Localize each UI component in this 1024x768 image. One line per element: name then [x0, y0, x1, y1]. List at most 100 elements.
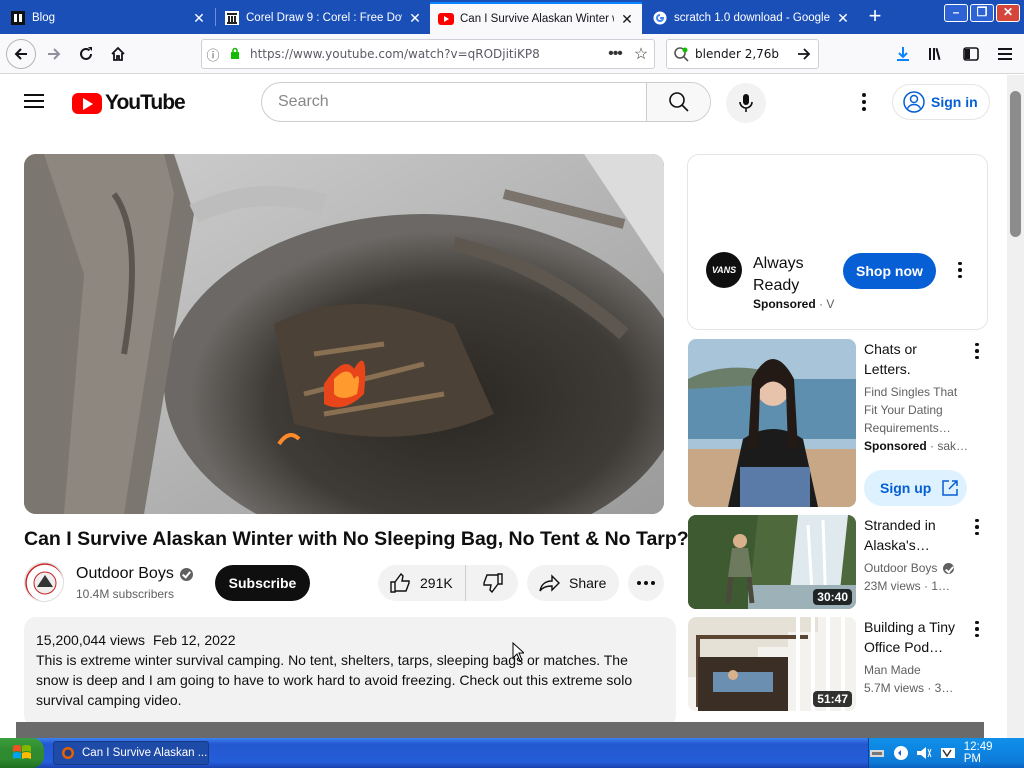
tab-close-icon[interactable]: ✕ — [620, 12, 634, 26]
home-button[interactable] — [104, 40, 132, 68]
description-meta: 15,200,044 views Feb 12, 2022 — [36, 630, 664, 650]
tab-corel[interactable]: Corel Draw 9 : Corel : Free Download ✕ — [216, 2, 430, 34]
video-player[interactable] — [24, 154, 664, 514]
youtube-logo[interactable]: YouTube — [72, 91, 186, 115]
library-icon[interactable] — [924, 40, 950, 68]
mouse-cursor-icon — [512, 642, 524, 662]
go-arrow-icon[interactable] — [796, 46, 812, 62]
settings-dots-icon[interactable] — [852, 90, 876, 114]
rec-thumbnail[interactable] — [688, 339, 856, 507]
maximize-button[interactable]: ❐ — [970, 4, 994, 22]
outdoor-boys-logo-icon — [25, 563, 63, 601]
rec-menu-icon[interactable] — [967, 619, 987, 639]
vans-logo: VANS — [706, 252, 742, 288]
reload-button[interactable] — [72, 40, 100, 68]
rec-channel: Outdoor Boys — [864, 559, 964, 577]
new-tab-button[interactable]: + — [862, 4, 888, 30]
downloads-icon[interactable] — [890, 40, 916, 68]
search-bar-text: blender 2,76b — [695, 47, 780, 61]
lock-icon — [224, 47, 246, 62]
voice-search-button[interactable] — [726, 83, 766, 123]
browser-tab-strip: Blog ✕ Corel Draw 9 : Corel : Free Downl… — [0, 0, 1024, 34]
rec-info: Stranded in Alaska's… Outdoor Boys 23M v… — [864, 515, 964, 595]
sign-up-label: Sign up — [880, 480, 932, 496]
tab-close-icon[interactable]: ✕ — [408, 11, 422, 25]
share-arrow-icon — [539, 574, 560, 592]
tab-google[interactable]: scratch 1.0 download - Google Search ✕ — [644, 2, 858, 34]
info-icon[interactable]: ⓘ — [202, 45, 224, 64]
rec-thumbnail[interactable]: 30:40 — [688, 515, 856, 609]
dislike-button[interactable] — [466, 573, 518, 593]
firefox-window-icon — [62, 747, 74, 759]
browser-nav-bar: ⓘ https://www.youtube.com/watch?v=qRODji… — [0, 34, 1024, 74]
like-button[interactable]: 291K — [378, 565, 466, 601]
sponsored-recommendation[interactable]: Chats or Letters. Share… Find Singles Th… — [688, 339, 988, 509]
video-duration: 30:40 — [813, 589, 852, 605]
rec-stats: 23M views · 1… — [864, 579, 951, 593]
description-box[interactable]: 15,200,044 views Feb 12, 2022 This is ext… — [24, 617, 676, 727]
sidebar-toggle-icon[interactable] — [958, 40, 984, 68]
tab-close-icon[interactable]: ✕ — [836, 11, 850, 25]
recommended-video[interactable]: 51:47 Building a Tiny Office Pod… Man Ma… — [688, 617, 988, 711]
sponsor-suffix: · V — [819, 297, 835, 311]
rec-title: Chats or Letters. Share… — [864, 341, 917, 377]
scrollbar-thumb[interactable] — [1010, 91, 1021, 237]
app-tray-icon[interactable] — [940, 745, 956, 761]
upload-date: Feb 12, 2022 — [152, 632, 236, 648]
youtube-header: YouTube Search Sign in — [0, 75, 1007, 131]
rec-menu-icon[interactable] — [967, 341, 987, 361]
bookmark-star-icon[interactable]: ☆ — [628, 44, 654, 64]
rec-thumbnail[interactable]: 51:47 — [688, 617, 856, 711]
shop-now-button[interactable]: Shop now — [843, 253, 936, 289]
volume-icon[interactable] — [916, 745, 932, 761]
forward-button[interactable] — [40, 40, 68, 68]
tab-youtube[interactable]: Can I Survive Alaskan Winter with No ✕ — [430, 2, 642, 34]
browser-search-bar[interactable]: blender 2,76b — [666, 39, 819, 69]
sponsored-ad-card[interactable]: VANS Always Ready Sponsored · V Shop now — [687, 154, 988, 330]
vertical-scrollbar[interactable] — [1007, 75, 1024, 738]
verified-badge-icon — [943, 562, 955, 574]
channel-avatar[interactable] — [24, 562, 64, 602]
guide-menu-icon[interactable] — [22, 90, 48, 114]
search-icon — [668, 92, 689, 112]
taskbar-firefox-window[interactable]: Can I Survive Alaskan ... — [53, 741, 209, 765]
url-text: https://www.youtube.com/watch?v=qRODjiti… — [250, 47, 540, 61]
video-frame-campfire — [24, 154, 664, 514]
back-button[interactable] — [6, 39, 36, 69]
tab-blog[interactable]: Blog ✕ — [2, 2, 214, 34]
info-balloon-icon[interactable] — [893, 745, 909, 761]
sign-in-button[interactable]: Sign in — [892, 84, 990, 120]
address-bar[interactable]: ⓘ https://www.youtube.com/watch?v=qRODji… — [201, 39, 655, 69]
close-window-button[interactable]: ✕ — [996, 4, 1020, 22]
network-icon[interactable] — [869, 745, 885, 761]
start-button[interactable] — [0, 738, 44, 768]
minimize-button[interactable]: – — [944, 4, 968, 22]
reload-icon — [80, 47, 92, 60]
search-input[interactable]: Search — [262, 83, 646, 121]
tab-close-icon[interactable]: ✕ — [192, 11, 206, 25]
system-tray: 12:49 PM — [868, 738, 1024, 768]
channel-name[interactable]: Outdoor Boys — [76, 565, 193, 583]
sponsored-text: Sponsored — [864, 439, 927, 453]
windows-logo-icon — [13, 745, 31, 759]
google-favicon-icon — [652, 10, 668, 26]
page-actions-icon[interactable]: ••• — [602, 45, 628, 63]
share-button[interactable]: Share — [527, 565, 619, 601]
search-engine-icon — [674, 47, 689, 62]
youtube-favicon-icon — [438, 11, 454, 27]
rec-menu-icon[interactable] — [967, 517, 987, 537]
recommended-video[interactable]: 30:40 Stranded in Alaska's… Outdoor Boys… — [688, 515, 988, 609]
ad-menu-icon[interactable] — [950, 260, 970, 280]
subscriber-count: 10.4M subscribers — [76, 587, 175, 601]
sign-up-button[interactable]: Sign up — [864, 470, 967, 506]
taskbar-item-label: Can I Survive Alaskan ... — [82, 747, 208, 759]
search-button[interactable] — [646, 83, 710, 121]
rec-channel-name: Man Made — [864, 663, 921, 677]
subscribe-button[interactable]: Subscribe — [215, 565, 310, 601]
hamburger-menu-icon[interactable] — [992, 40, 1018, 68]
rec-info: Building a Tiny Office Pod… Man Made 5.7… — [864, 617, 964, 697]
more-actions-button[interactable] — [628, 565, 664, 601]
like-dislike-bar: 291K — [378, 565, 518, 601]
tab-title: Can I Survive Alaskan Winter with No — [460, 13, 614, 25]
microphone-icon — [739, 94, 753, 112]
